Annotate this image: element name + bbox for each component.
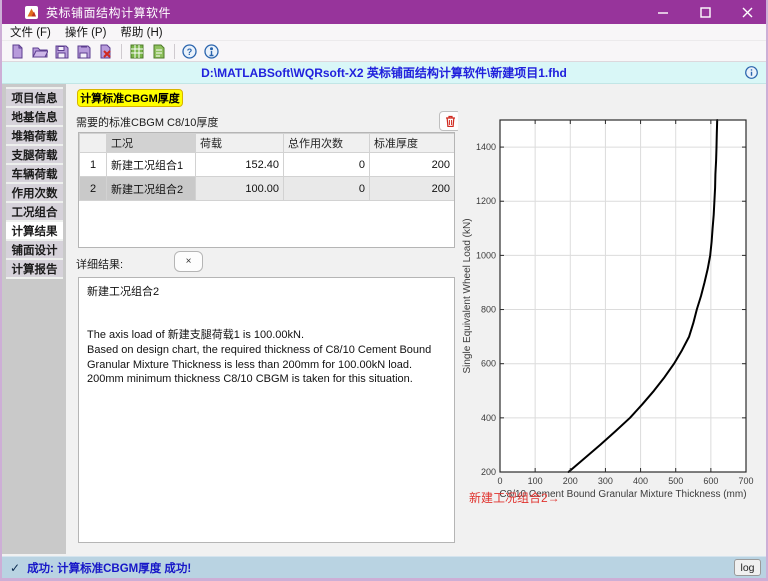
menu-bar: 文件 (F) 操作 (P) 帮助 (H) bbox=[2, 24, 766, 41]
sidebar-item-4[interactable]: 车辆荷载 bbox=[6, 165, 63, 182]
column-header-load[interactable]: 荷载 bbox=[196, 134, 284, 153]
svg-text:400: 400 bbox=[633, 476, 648, 486]
svg-text:600: 600 bbox=[703, 476, 718, 486]
results-table: 工况 荷载 总作用次数 标准厚度 1 新建工况组合1 152.40 0 200 … bbox=[78, 132, 455, 248]
status-message: 成功: 计算标准CBGM厚度 成功! bbox=[27, 560, 191, 576]
design-chart: 0 100 200 300 400 500 600 700 200 400 600 800 1000 12… bbox=[458, 84, 768, 556]
trash-icon bbox=[445, 115, 456, 127]
help-icon[interactable]: ? bbox=[181, 43, 198, 60]
svg-text:200: 200 bbox=[563, 476, 578, 486]
log-button[interactable]: log bbox=[734, 559, 761, 576]
design-chart-plot: 0 100 200 300 400 500 600 700 200 400 600 800 1000 12… bbox=[458, 84, 768, 556]
table-row[interactable]: 1 新建工况组合1 152.40 0 200 bbox=[80, 153, 455, 177]
detail-case-title: 新建工况组合2 bbox=[87, 285, 446, 300]
app-logo-icon bbox=[25, 6, 38, 19]
svg-text:1000: 1000 bbox=[476, 250, 496, 260]
sidebar-item-5[interactable]: 作用次数 bbox=[6, 184, 63, 201]
export-report-icon[interactable] bbox=[150, 43, 167, 60]
maximize-button[interactable] bbox=[684, 0, 726, 24]
table-title: 需要的标准CBGM C8/10厚度 bbox=[76, 114, 218, 130]
svg-text:100: 100 bbox=[528, 476, 543, 486]
svg-text:?: ? bbox=[187, 47, 193, 57]
open-file-icon[interactable] bbox=[31, 43, 48, 60]
export-table-icon[interactable] bbox=[128, 43, 145, 60]
toolbar-separator bbox=[174, 44, 175, 59]
close-file-icon[interactable] bbox=[97, 43, 114, 60]
detail-results-text[interactable]: 新建工况组合2 The axis load of 新建支腿荷载1 is 100.… bbox=[78, 277, 455, 543]
svg-text:600: 600 bbox=[481, 359, 496, 369]
sidebar-item-6[interactable]: 工况组合 bbox=[6, 203, 63, 220]
project-path: D:\MATLABSoft\WQRsoft-X2 英标铺面结构计算软件\新建项目… bbox=[201, 64, 567, 81]
sidebar-item-2[interactable]: 堆箱荷载 bbox=[6, 127, 63, 144]
detail-results-label: 详细结果: bbox=[76, 256, 123, 272]
sidebar-item-1[interactable]: 地基信息 bbox=[6, 108, 63, 125]
sidebar-item-0[interactable]: 项目信息 bbox=[6, 89, 63, 106]
sidebar-item-9[interactable]: 计算报告 bbox=[6, 260, 63, 277]
sidebar-item-7[interactable]: 计算结果 bbox=[6, 222, 63, 239]
sidebar-item-8[interactable]: 铺面设计 bbox=[6, 241, 63, 258]
toolbar: ? bbox=[2, 41, 766, 62]
column-header-case[interactable]: 工况 bbox=[107, 134, 196, 153]
status-bar: ✓ 成功: 计算标准CBGM厚度 成功! log bbox=[2, 556, 766, 578]
column-header-applications[interactable]: 总作用次数 bbox=[284, 134, 370, 153]
window-title: 英标铺面结构计算软件 bbox=[46, 4, 171, 21]
minimize-button[interactable] bbox=[642, 0, 684, 24]
table-row-selected[interactable]: 2 新建工况组合2 100.00 0 200 bbox=[80, 177, 455, 201]
svg-text:400: 400 bbox=[481, 413, 496, 423]
toolbar-separator bbox=[121, 44, 122, 59]
svg-text:800: 800 bbox=[481, 305, 496, 315]
svg-text:1200: 1200 bbox=[476, 196, 496, 206]
sidebar-item-3[interactable]: 支腿荷载 bbox=[6, 146, 63, 163]
svg-text:500: 500 bbox=[668, 476, 683, 486]
column-header-thickness[interactable]: 标准厚度 bbox=[370, 134, 455, 153]
menu-operate[interactable]: 操作 (P) bbox=[65, 24, 107, 40]
close-button[interactable] bbox=[726, 0, 768, 24]
detail-body-text: The axis load of 新建支腿荷载1 is 100.00kN. Ba… bbox=[87, 328, 446, 387]
svg-text:300: 300 bbox=[598, 476, 613, 486]
sidebar: 项目信息地基信息堆箱荷载支腿荷载车辆荷载作用次数工况组合计算结果铺面设计计算报告 bbox=[2, 84, 66, 554]
menu-help[interactable]: 帮助 (H) bbox=[120, 24, 162, 40]
about-icon[interactable] bbox=[203, 43, 220, 60]
svg-text:Single Equivalent Wheel Load (: Single Equivalent Wheel Load (kN) bbox=[462, 218, 473, 373]
svg-text:200: 200 bbox=[481, 467, 496, 477]
save-as-icon[interactable] bbox=[75, 43, 92, 60]
app-window: 英标铺面结构计算软件 文件 (F) 操作 (P) 帮助 (H) bbox=[0, 0, 768, 581]
info-circle-icon[interactable] bbox=[745, 66, 758, 79]
svg-text:1400: 1400 bbox=[476, 142, 496, 152]
new-file-icon[interactable] bbox=[9, 43, 26, 60]
menu-file[interactable]: 文件 (F) bbox=[10, 24, 51, 40]
calculate-cbgm-button[interactable]: 计算标准CBGM厚度 bbox=[77, 89, 183, 107]
detail-close-button[interactable]: × bbox=[174, 251, 203, 272]
path-bar: D:\MATLABSoft\WQRsoft-X2 英标铺面结构计算软件\新建项目… bbox=[2, 62, 766, 84]
title-bar: 英标铺面结构计算软件 bbox=[0, 0, 768, 24]
table-header-row: 工况 荷载 总作用次数 标准厚度 bbox=[80, 134, 455, 153]
svg-text:0: 0 bbox=[497, 476, 502, 486]
save-file-icon[interactable] bbox=[53, 43, 70, 60]
chart-annotation: 新建工况组合2→ bbox=[469, 489, 560, 506]
success-check-icon: ✓ bbox=[10, 561, 20, 575]
svg-text:700: 700 bbox=[738, 476, 753, 486]
